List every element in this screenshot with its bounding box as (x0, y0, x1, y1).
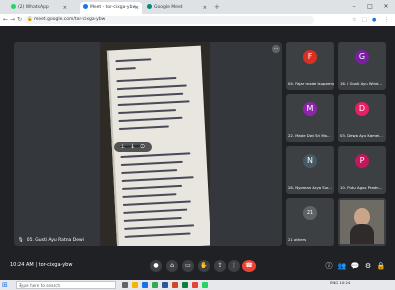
participant-tile[interactable]: G 16. I Gusti Ayu Wind... (338, 42, 386, 90)
meeting-code: tor-cixga-ybw (38, 262, 73, 268)
whatsapp-icon[interactable] (202, 282, 208, 288)
chat-icon[interactable]: 💬 (350, 260, 360, 272)
participant-tile[interactable]: D 03. Dewa Ayu Kamel... (338, 94, 386, 142)
tile-more-options-button[interactable]: ⋯ (272, 45, 280, 53)
info-icon[interactable]: ⓘ (324, 260, 334, 272)
url-text: meet.google.com/tor-cixga-ybw (34, 17, 106, 22)
star-icon[interactable]: ☆ (352, 14, 356, 26)
others-tile[interactable]: 21 21 others (286, 198, 334, 246)
word-icon[interactable] (162, 282, 168, 288)
excel-icon[interactable] (182, 282, 188, 288)
avatar: D (355, 102, 369, 116)
tab-label: Google Meet (154, 5, 183, 10)
people-icon[interactable]: 👥 (337, 260, 347, 272)
participant-name: 04. Fajar made Isuparma (288, 81, 334, 86)
powerpoint-icon[interactable] (172, 282, 178, 288)
presenter-tile[interactable]: ⊥ ↓ ⊙ ⋯ 🎙 05. Gusti Ayu Ratna Dewi (14, 42, 282, 246)
menu-icon[interactable]: ⋮ (384, 14, 389, 26)
meet-icon (83, 4, 88, 9)
participant-name: 10. Putu Agus Pradn... (340, 185, 383, 190)
participant-name: 28. Nyoman Arya Sur... (288, 185, 332, 190)
separator: | (35, 262, 38, 268)
tray-lang[interactable]: ENG (330, 280, 338, 285)
edge-icon[interactable] (142, 282, 148, 288)
pin-icon[interactable]: ⊥ (120, 142, 125, 152)
reload-button[interactable]: ↻ (17, 14, 22, 26)
tray-time[interactable]: 10:24 (339, 280, 350, 285)
end-call-button[interactable]: ☎ (242, 260, 256, 272)
clock-time: 10:24 AM (10, 262, 34, 268)
remove-icon[interactable]: ⊙ (140, 142, 145, 152)
tab-whatsapp[interactable]: (2) WhatsApp × (8, 2, 70, 14)
whatsapp-icon (11, 4, 16, 9)
self-camera-feed (340, 200, 384, 244)
raise-hand-button[interactable]: ✋ (198, 260, 210, 272)
windows-taskbar: ⊞ ⌕ Type here to search ENG 10:24 (0, 280, 395, 290)
avatar: M (303, 102, 317, 116)
presenter-name-label: 🎙 05. Gusti Ayu Ratna Dewi (18, 238, 84, 243)
back-button[interactable]: ← (3, 14, 8, 26)
camera-toggle-button[interactable]: ⌂ (166, 260, 178, 272)
url-input[interactable]: 🔒 meet.google.com/tor-cixga-ybw (24, 16, 314, 24)
system-tray: ENG 10:24 (330, 280, 350, 285)
activities-icon[interactable]: ⚙ (363, 260, 373, 272)
avatar: 21 (303, 206, 317, 220)
present-button[interactable]: ⇪ (214, 260, 226, 272)
meeting-info-label: 10:24 AM | tor-cixga-ybw (10, 262, 72, 268)
taskbar-search-input[interactable]: ⌕ Type here to search (16, 281, 116, 289)
minimize-button[interactable]: – (346, 0, 362, 13)
windows-start-icon[interactable]: ⊞ (2, 281, 10, 289)
task-view-icon[interactable] (122, 282, 128, 288)
close-tab-icon[interactable]: × (63, 2, 67, 14)
participant-tile[interactable]: N 28. Nyoman Arya Sur... (286, 146, 334, 194)
participant-name: 03. Dewa Ayu Kamel... (340, 133, 383, 138)
avatar: N (303, 154, 317, 168)
self-view-tile[interactable] (338, 198, 386, 246)
new-tab-button[interactable]: + (214, 2, 220, 13)
extension-icon[interactable]: ⬚ (362, 14, 367, 26)
forward-button[interactable]: → (10, 14, 15, 26)
avatar: F (303, 50, 317, 64)
captions-button[interactable]: ▭ (182, 260, 194, 272)
host-controls-icon[interactable]: 🔒 (376, 260, 386, 272)
chrome-icon[interactable] (152, 282, 158, 288)
participant-name: 16. I Gusti Ayu Wind... (340, 81, 383, 86)
participant-name: 21 others (288, 237, 307, 242)
meet-icon (147, 4, 152, 9)
mute-participant-icon[interactable]: ↓ (130, 142, 135, 152)
lock-icon: 🔒 (27, 17, 33, 22)
participant-name: 22. Made Dwi Sri Ma... (288, 133, 331, 138)
tab-label: Meet - tor-cixga-ybw (90, 5, 137, 10)
tab-google-meet[interactable]: Google Meet × (144, 2, 210, 14)
participant-tile[interactable]: M 22. Made Dwi Sri Ma... (286, 94, 334, 142)
profile-avatar[interactable]: ● (372, 14, 376, 26)
close-tab-icon[interactable]: × (135, 2, 139, 14)
app-icon[interactable] (192, 282, 198, 288)
mic-icon: 🎙 (18, 238, 24, 243)
browser-tab-strip: (2) WhatsApp × Meet - tor-cixga-ybw × Go… (0, 0, 395, 14)
maximize-button[interactable]: □ (362, 0, 378, 13)
tile-hover-controls: ⊥ ↓ ⊙ (114, 142, 152, 152)
file-explorer-icon[interactable] (132, 282, 138, 288)
more-options-button[interactable]: ⋮ (228, 260, 240, 272)
participant-tile[interactable]: F 04. Fajar made Isuparma (286, 42, 334, 90)
avatar: P (355, 154, 369, 168)
mic-toggle-button[interactable]: ● (150, 260, 162, 272)
tab-label: (2) WhatsApp (18, 5, 49, 10)
avatar: G (355, 50, 369, 64)
participant-tile[interactable]: P 10. Putu Agus Pradn... (338, 146, 386, 194)
close-window-button[interactable]: ✕ (378, 0, 394, 13)
close-tab-icon[interactable]: × (203, 2, 207, 14)
meet-control-bar: 10:24 AM | tor-cixga-ybw ● ⌂ ▭ ✋ ⇪ ⋮ ☎ ⓘ… (0, 254, 395, 280)
tab-meet-call[interactable]: Meet - tor-cixga-ybw × (80, 2, 142, 14)
